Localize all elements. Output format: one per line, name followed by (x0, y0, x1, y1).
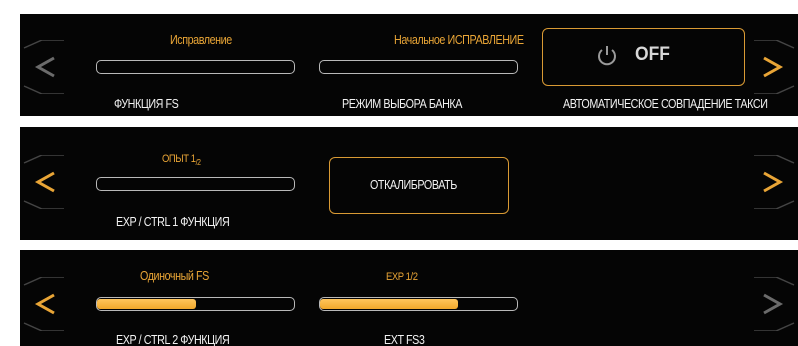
field-1-header: ОПЫТ 1/2 (162, 153, 201, 168)
fs-function-selector[interactable] (96, 60, 295, 74)
prev-page-button[interactable] (20, 250, 70, 346)
power-icon (598, 46, 616, 66)
ext-fs3-level (320, 299, 458, 309)
chevron-left-icon (23, 277, 64, 331)
calibrate-button[interactable]: ОТКАЛИБРОВАТЬ (329, 157, 509, 214)
chevron-left-icon (23, 40, 64, 94)
next-page-button[interactable] (748, 127, 798, 240)
prev-page-button[interactable] (20, 127, 70, 240)
settings-panel-2: ОПЫТ 1/2 EXP / CTRL 1 ФУНКЦИЯ ОТКАЛИБРОВ… (20, 127, 798, 240)
field-1-label: ФУНКЦИЯ FS (114, 97, 179, 111)
chevron-right-icon (754, 155, 795, 209)
field-2-label: EXT FS3 (384, 333, 425, 346)
field-1-header: Одиночный FS (140, 269, 209, 283)
ext-fs3-slider[interactable] (319, 297, 518, 311)
field-2-label: РЕЖИМ ВЫБОРА БАНКА (342, 97, 462, 111)
settings-panel-1: Исправление ФУНКЦИЯ FS Начальное ИСПРАВЛ… (20, 14, 798, 116)
bank-select-mode-selector[interactable] (319, 60, 518, 74)
field-2-header: Начальное ИСПРАВЛЕНИЕ (394, 33, 524, 47)
exp-ctrl-2-function-slider[interactable] (96, 297, 295, 311)
next-page-button[interactable] (748, 14, 798, 116)
exp-ctrl-2-function-level (97, 299, 196, 309)
settings-panel-3: Одиночный FS EXP / CTRL 2 ФУНКЦИЯ EXP 1/… (20, 250, 798, 346)
chevron-left-icon (23, 155, 64, 209)
exp-ctrl-1-function-selector[interactable] (96, 177, 295, 191)
toggle-label: АВТОМАТИЧЕСКОЕ СОВПАДЕНИЕ ТАКСИ (563, 97, 768, 111)
next-page-button[interactable] (748, 250, 798, 346)
chevron-right-icon (754, 277, 795, 331)
chevron-right-icon (754, 40, 795, 94)
field-2-header: EXP 1/2 (386, 271, 418, 283)
calibrate-label: ОТКАЛИБРОВАТЬ (370, 178, 457, 192)
tap-tempo-auto-match-toggle[interactable]: OFF (542, 28, 745, 86)
prev-page-button[interactable] (20, 14, 70, 116)
toggle-state: OFF (635, 44, 670, 65)
field-1-label: EXP / CTRL 1 ФУНКЦИЯ (116, 215, 230, 229)
field-1-header: Исправление (170, 33, 232, 47)
field-1-label: EXP / CTRL 2 ФУНКЦИЯ (116, 333, 230, 346)
